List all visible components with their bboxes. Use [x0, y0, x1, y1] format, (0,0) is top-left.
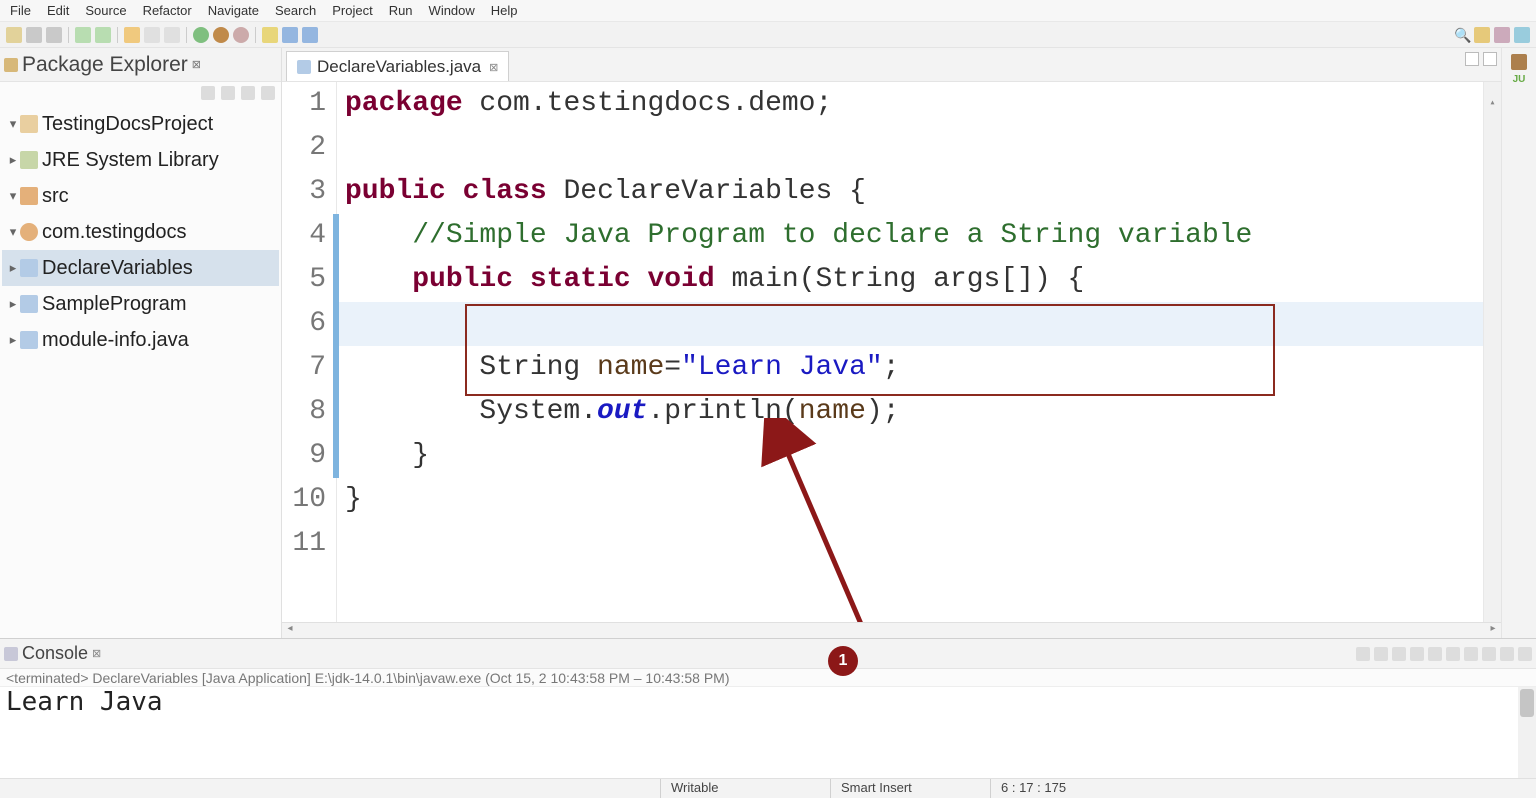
open-type-icon[interactable] — [124, 27, 140, 43]
console-panel: Console ⊠ <terminated> DeclareVariables … — [0, 638, 1536, 778]
console-title-label: Console — [22, 643, 88, 664]
debug-run-icon[interactable] — [213, 27, 229, 43]
pin-console-icon[interactable] — [1446, 647, 1460, 661]
junit-icon[interactable]: JU — [1513, 74, 1526, 85]
menu-edit[interactable]: Edit — [39, 1, 77, 20]
run-last-icon[interactable] — [233, 27, 249, 43]
java-file-icon — [20, 295, 38, 313]
package-explorer-title: Package Explorer ⊠ — [22, 53, 277, 77]
main-area: Package Explorer ⊠ ▾TestingDocsProject ▸… — [0, 48, 1536, 638]
status-bar: Writable Smart Insert 6 : 17 : 175 — [0, 778, 1536, 798]
perspective-java-icon[interactable] — [1511, 54, 1527, 70]
editor-vertical-scrollbar[interactable]: ▴ — [1483, 82, 1501, 622]
menu-project[interactable]: Project — [324, 1, 380, 20]
save-icon[interactable] — [26, 27, 42, 43]
scroll-lock-icon[interactable] — [1428, 647, 1442, 661]
menu-run[interactable]: Run — [381, 1, 421, 20]
console-output-text: Learn Java — [6, 687, 163, 717]
perspective-icon[interactable] — [1474, 27, 1490, 43]
menu-search[interactable]: Search — [267, 1, 324, 20]
collapse-all-icon[interactable] — [201, 86, 215, 100]
coverage-icon[interactable] — [95, 27, 111, 43]
tree-package[interactable]: ▾com.testingdocs — [2, 214, 279, 250]
status-cursor-pos: 6 : 17 : 175 — [990, 779, 1160, 798]
menu-bar: File Edit Source Refactor Navigate Searc… — [0, 0, 1536, 22]
console-output[interactable]: Learn Java — [0, 686, 1536, 778]
menu-source[interactable]: Source — [77, 1, 134, 20]
close-tab-icon[interactable]: ⊠ — [489, 61, 498, 74]
open-console-icon[interactable] — [1482, 647, 1496, 661]
console-scrollbar[interactable] — [1518, 687, 1536, 778]
folder-icon — [20, 187, 38, 205]
menu-window[interactable]: Window — [421, 1, 483, 20]
new-icon[interactable] — [6, 27, 22, 43]
debug-icon[interactable] — [75, 27, 91, 43]
run-icon[interactable] — [193, 27, 209, 43]
package-icon — [20, 223, 38, 241]
project-tree: ▾TestingDocsProject ▸JRE System Library … — [0, 102, 281, 362]
clear-console-icon[interactable] — [1410, 647, 1424, 661]
tree-file-declarevariables[interactable]: ▸DeclareVariables — [2, 250, 279, 286]
tree-file-moduleinfo[interactable]: ▸module-info.java — [2, 322, 279, 358]
tree-src-folder[interactable]: ▾src — [2, 178, 279, 214]
link-editor-icon[interactable] — [221, 86, 235, 100]
search-icon[interactable]: 🔍 — [1454, 27, 1470, 43]
maximize-console-icon[interactable] — [1518, 647, 1532, 661]
editor-tab-bar: DeclareVariables.java ⊠ — [282, 48, 1501, 82]
java-file-icon — [20, 331, 38, 349]
right-perspective-bar: JU — [1501, 48, 1536, 638]
line-gutter: 123 456 789 1011 — [282, 82, 337, 622]
status-writable: Writable — [660, 779, 830, 798]
menu-refactor[interactable]: Refactor — [135, 1, 200, 20]
remove-launch-icon[interactable] — [1374, 647, 1388, 661]
menu-navigate[interactable]: Navigate — [200, 1, 267, 20]
editor-horizontal-scrollbar[interactable]: ◂ ▸ — [282, 622, 1501, 638]
java-perspective-icon[interactable] — [1494, 27, 1510, 43]
annotation-badge: 1 — [828, 646, 858, 676]
library-icon — [20, 151, 38, 169]
minimize-console-icon[interactable] — [1500, 647, 1514, 661]
console-icon — [4, 647, 18, 661]
tree-file-sampleprogram[interactable]: ▸SampleProgram — [2, 286, 279, 322]
new-class-icon[interactable] — [164, 27, 180, 43]
display-console-icon[interactable] — [1464, 647, 1478, 661]
code-content[interactable]: package com.testingdocs.demo; public cla… — [337, 82, 1483, 622]
menu-file[interactable]: File — [2, 1, 39, 20]
editor-tab[interactable]: DeclareVariables.java ⊠ — [286, 51, 509, 81]
remove-all-icon[interactable] — [1392, 647, 1406, 661]
toolbar: 🔍 — [0, 22, 1536, 48]
close-console-icon[interactable]: ⊠ — [92, 647, 101, 660]
code-editor[interactable]: 123 456 789 1011 package com.testingdocs… — [282, 82, 1501, 622]
editor-area: DeclareVariables.java ⊠ 123 456 789 1011… — [282, 48, 1501, 638]
editor-tab-label: DeclareVariables.java — [317, 57, 481, 77]
new-package-icon[interactable] — [144, 27, 160, 43]
java-file-icon — [20, 259, 38, 277]
console-status-line: <terminated> DeclareVariables [Java Appl… — [0, 669, 1536, 686]
status-insert: Smart Insert — [830, 779, 990, 798]
menu-help[interactable]: Help — [483, 1, 526, 20]
package-explorer-icon — [4, 58, 18, 72]
close-view-icon[interactable]: ⊠ — [192, 58, 201, 71]
package-explorer-label: Package Explorer — [22, 53, 188, 77]
save-all-icon[interactable] — [46, 27, 62, 43]
package-explorer: Package Explorer ⊠ ▾TestingDocsProject ▸… — [0, 48, 282, 638]
java-file-icon — [297, 60, 311, 74]
minimize-editor-icon[interactable] — [1465, 52, 1479, 66]
view-menu-icon[interactable] — [241, 86, 255, 100]
build-icon[interactable] — [262, 27, 278, 43]
tree-project[interactable]: ▾TestingDocsProject — [2, 106, 279, 142]
open-perspective-icon[interactable] — [1514, 27, 1530, 43]
nav-back-icon[interactable] — [282, 27, 298, 43]
terminate-icon[interactable] — [1356, 647, 1370, 661]
tree-jre-library[interactable]: ▸JRE System Library — [2, 142, 279, 178]
minimize-view-icon[interactable] — [261, 86, 275, 100]
project-icon — [20, 115, 38, 133]
maximize-editor-icon[interactable] — [1483, 52, 1497, 66]
nav-forward-icon[interactable] — [302, 27, 318, 43]
